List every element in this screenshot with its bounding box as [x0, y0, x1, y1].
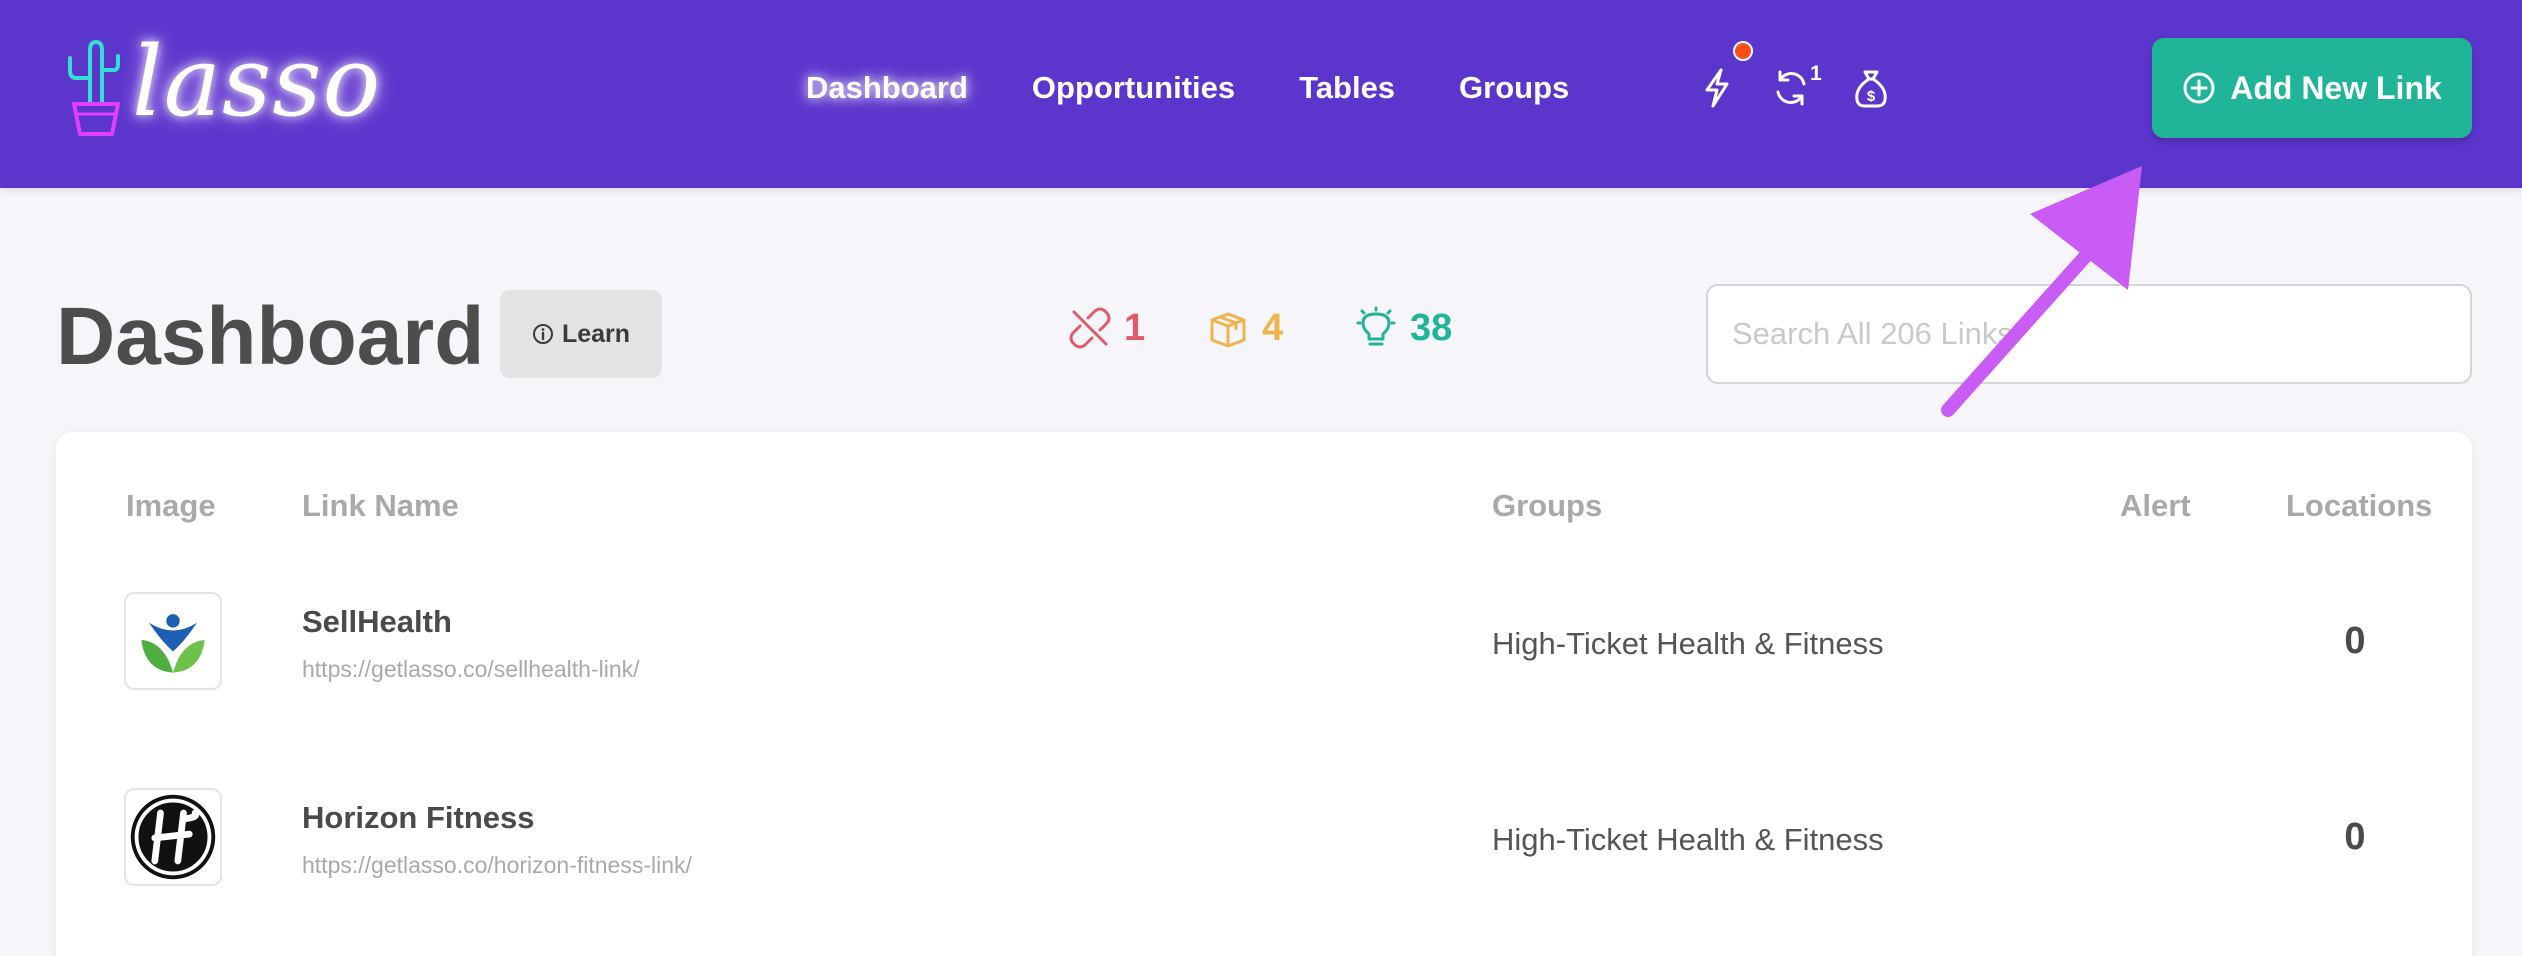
- opportunities-stat[interactable]: 38: [1354, 306, 1452, 350]
- sync-count-badge: 1: [1810, 62, 1822, 85]
- broken-links-count: 1: [1124, 306, 1146, 349]
- out-of-stock-count: 4: [1262, 306, 1284, 349]
- nav-tables[interactable]: Tables: [1299, 70, 1395, 106]
- money-bag-icon[interactable]: $: [1851, 66, 1891, 110]
- link-url-sellhealth[interactable]: https://getlasso.co/sellhealth-link/: [302, 656, 640, 683]
- open-box-icon: [1210, 312, 1246, 348]
- lightning-icon[interactable]: [1697, 66, 1737, 110]
- cactus-logo-icon: [68, 40, 120, 136]
- learn-label: Learn: [561, 319, 631, 348]
- page-title: Dashboard: [56, 291, 485, 382]
- nav-groups[interactable]: Groups: [1459, 70, 1569, 106]
- link-name-sellhealth[interactable]: SellHealth: [302, 604, 452, 640]
- link-group-horizon-fitness: High-Ticket Health & Fitness: [1492, 822, 1884, 857]
- add-new-link-label: Add New Link: [2230, 69, 2442, 106]
- logo-text: lasso: [132, 26, 382, 138]
- broken-link-icon: [1069, 307, 1111, 349]
- link-group-sellhealth: High-Ticket Health & Fitness: [1492, 626, 1884, 661]
- opportunities-count: 38: [1410, 306, 1453, 349]
- learn-button[interactable]: Learn: [500, 290, 662, 378]
- lasso-logo[interactable]: lasso: [60, 26, 380, 146]
- lightbulb-icon: [1356, 306, 1396, 346]
- link-url-horizon-fitness[interactable]: https://getlasso.co/horizon-fitness-link…: [302, 852, 692, 879]
- column-header-locations[interactable]: Locations: [2286, 488, 2432, 524]
- column-header-link-name[interactable]: Link Name: [302, 488, 459, 524]
- plus-circle-icon: [2183, 72, 2215, 104]
- sync-icon[interactable]: [1771, 66, 1811, 110]
- horizon-fitness-emblem-icon: [130, 794, 216, 880]
- link-locations-sellhealth: 0: [2344, 620, 2366, 662]
- info-icon: [532, 324, 553, 344]
- add-new-link-button[interactable]: Add New Link: [2152, 38, 2472, 138]
- broken-links-stat[interactable]: 1: [1068, 306, 1145, 350]
- sellhealth-logo[interactable]: [124, 592, 222, 690]
- link-locations-horizon-fitness: 0: [2344, 816, 2366, 858]
- column-header-image[interactable]: Image: [126, 488, 216, 524]
- search-links-input[interactable]: [1706, 284, 2472, 384]
- notification-dot: [1733, 41, 1753, 61]
- sellhealth-leaf-icon: [141, 614, 205, 673]
- link-name-horizon-fitness[interactable]: Horizon Fitness: [302, 800, 535, 836]
- top-navbar: lasso Dashboard Opportunities Tables Gro…: [0, 0, 2522, 188]
- out-of-stock-stat[interactable]: 4: [1206, 306, 1283, 350]
- column-header-groups[interactable]: Groups: [1492, 488, 1602, 524]
- nav-opportunities[interactable]: Opportunities: [1032, 70, 1235, 106]
- nav-dashboard[interactable]: Dashboard: [806, 70, 968, 106]
- column-header-alert[interactable]: Alert: [2120, 488, 2191, 524]
- horizon-fitness-logo[interactable]: [124, 788, 222, 886]
- main-nav: Dashboard Opportunities Tables Groups: [806, 70, 1569, 106]
- svg-text:$: $: [1867, 88, 1876, 105]
